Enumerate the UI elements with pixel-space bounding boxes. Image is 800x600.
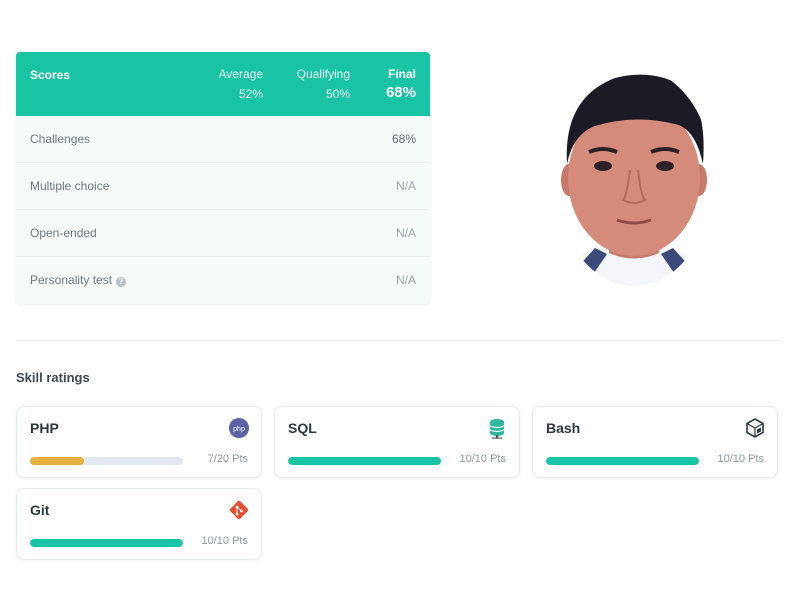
- qualifying-label: Qualifying: [296, 67, 350, 81]
- average-label: Average: [218, 67, 263, 81]
- skill-points: 10/10 Pts: [459, 453, 506, 465]
- final-label: Final: [387, 67, 416, 81]
- git-icon: [229, 500, 249, 520]
- score-row-label: Personality test: [30, 273, 113, 287]
- final-value: 68%: [385, 84, 416, 101]
- score-row-value: N/A: [395, 226, 416, 240]
- skill-progress-track: [30, 457, 183, 465]
- score-row-label: Multiple choice: [30, 179, 110, 193]
- skill-points: 10/10 Pts: [717, 453, 764, 465]
- skill-points: 7/20 Pts: [207, 453, 248, 465]
- skill-progress-track: [288, 457, 441, 465]
- score-row-label-wrap: Personality test?: [30, 273, 127, 287]
- score-row-value: N/A: [395, 179, 416, 193]
- database-icon: [489, 419, 505, 439]
- skill-name: SQL: [288, 420, 317, 436]
- skill-progress-fill: [30, 457, 84, 465]
- skill-card-php[interactable]: PHP php 7/20 Pts: [16, 406, 262, 478]
- svg-text:php: php: [233, 426, 245, 433]
- average-value: 52%: [238, 87, 263, 101]
- qualifying-score: Qualifying 50%: [297, 67, 350, 101]
- help-icon[interactable]: ?: [116, 277, 127, 287]
- person-photo-icon: [555, 68, 713, 286]
- candidate-report-page: Scores Average 52% Qualifying 50% Final …: [0, 0, 800, 600]
- avatar: [555, 68, 713, 286]
- score-row-multiple-choice: Multiple choice N/A: [16, 163, 430, 210]
- score-row-value: N/A: [395, 273, 416, 287]
- skill-progress-fill: [288, 457, 441, 465]
- scores-header: Scores Average 52% Qualifying 50% Final …: [16, 52, 430, 116]
- score-row-personality-test: Personality test? N/A: [16, 257, 430, 303]
- score-row-open-ended: Open-ended N/A: [16, 210, 430, 257]
- skill-progress-track: [546, 457, 699, 465]
- score-row-label: Open-ended: [30, 226, 97, 240]
- skill-progress-fill: [546, 457, 699, 465]
- skill-card-sql[interactable]: SQL 10/10 Pts: [274, 406, 520, 478]
- skill-progress-fill: [30, 539, 183, 547]
- scores-title: Scores: [30, 68, 71, 82]
- skill-card-bash[interactable]: Bash 10/10 Pts: [532, 406, 778, 478]
- score-row-challenges: Challenges 68%: [16, 116, 430, 163]
- skill-points: 10/10 Pts: [201, 535, 248, 547]
- php-icon: php: [229, 418, 249, 438]
- average-score: Average 52%: [219, 67, 263, 101]
- section-divider: [16, 340, 782, 341]
- terminal-cube-icon: [746, 418, 764, 438]
- skill-name: PHP: [30, 420, 59, 436]
- score-row-label: Challenges: [30, 132, 91, 146]
- skill-name: Git: [30, 502, 50, 518]
- skill-ratings-title: Skill ratings: [16, 370, 90, 385]
- skill-card-git[interactable]: Git 10/10 Pts: [16, 488, 262, 560]
- qualifying-value: 50%: [325, 87, 350, 101]
- skill-name: Bash: [546, 420, 581, 436]
- score-row-value: 68%: [391, 132, 416, 146]
- final-score: Final 68%: [386, 67, 416, 101]
- scores-card: Scores Average 52% Qualifying 50% Final …: [16, 52, 430, 304]
- skill-progress-track: [30, 539, 183, 547]
